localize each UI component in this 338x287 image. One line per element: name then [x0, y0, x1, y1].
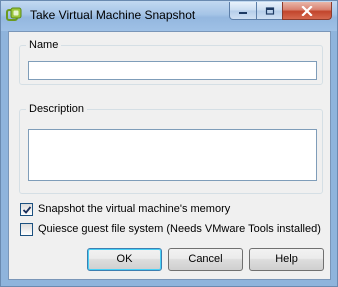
- name-input[interactable]: [28, 61, 317, 80]
- snapshot-dialog-window: Take Virtual Machine Snapshot Name Descr…: [0, 0, 338, 287]
- snapshot-memory-checkbox[interactable]: [20, 203, 33, 216]
- maximize-icon: [265, 6, 274, 15]
- title-bar[interactable]: Take Virtual Machine Snapshot: [1, 1, 337, 31]
- close-button[interactable]: [282, 2, 332, 20]
- description-label: Description: [26, 102, 88, 116]
- name-label: Name: [26, 38, 62, 52]
- description-group: Description: [19, 102, 323, 194]
- description-input[interactable]: [28, 129, 317, 181]
- snapshot-memory-label: Snapshot the virtual machine's memory: [38, 203, 231, 215]
- minimize-button[interactable]: [229, 2, 257, 20]
- minimize-icon: [239, 11, 247, 14]
- cancel-button[interactable]: Cancel: [168, 248, 243, 271]
- quiesce-label: Quiesce guest file system (Needs VMware …: [38, 223, 321, 235]
- ok-button[interactable]: OK: [87, 248, 162, 271]
- quiesce-checkbox[interactable]: [20, 223, 33, 236]
- dialog-body: Name Description Snapshot the virtual ma…: [8, 31, 331, 280]
- maximize-button[interactable]: [256, 2, 283, 20]
- window-title: Take Virtual Machine Snapshot: [30, 8, 196, 22]
- checkmark-icon: [22, 206, 32, 214]
- name-group: Name: [19, 38, 323, 85]
- help-button[interactable]: Help: [249, 248, 324, 271]
- close-icon: [301, 5, 313, 16]
- vmware-snapshot-icon: [6, 7, 22, 23]
